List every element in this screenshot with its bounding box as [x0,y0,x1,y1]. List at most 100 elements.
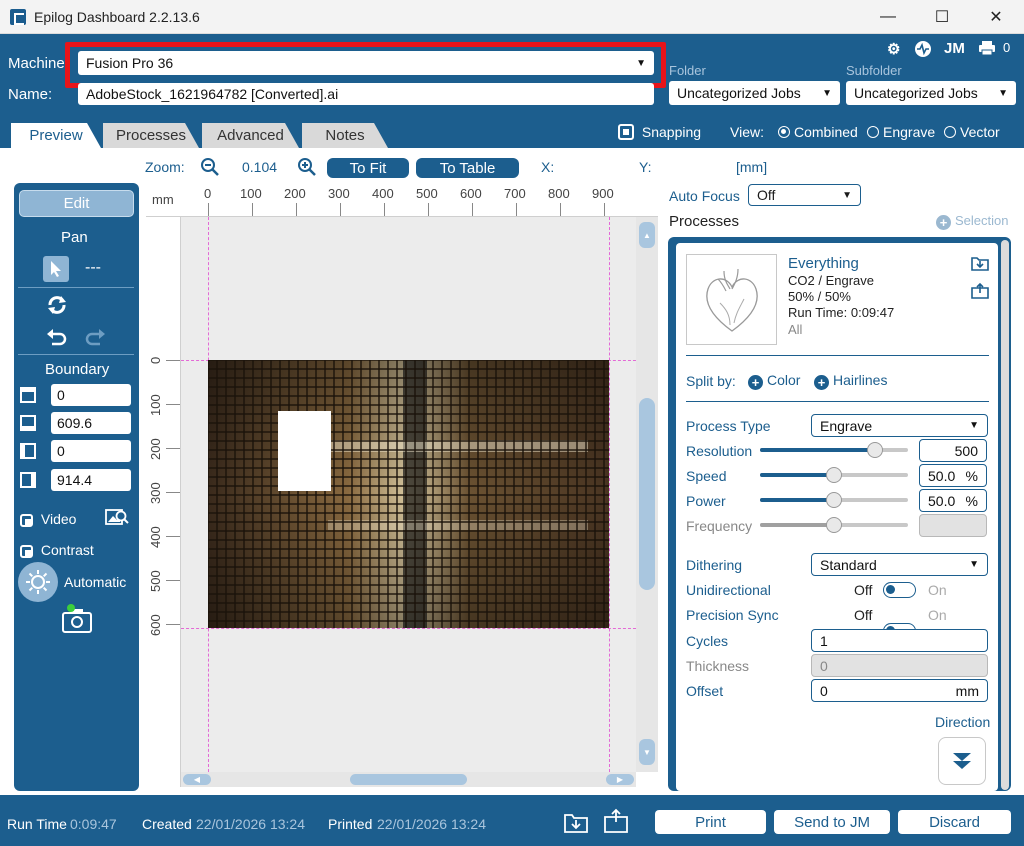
process-type-value: Engrave [820,417,873,434]
import-settings-icon[interactable] [970,254,990,275]
boundary-left-input[interactable]: 0 [51,440,131,462]
split-by-color-button[interactable]: + Color [748,372,800,390]
x-tick-mark [252,203,253,216]
heartbeat-icon[interactable] [914,40,932,62]
subfolder-select[interactable]: Uncategorized Jobs ▼ [846,81,1016,105]
radio-icon [944,126,956,138]
folder-label: Folder [669,63,706,78]
unidirectional-off-label: Off [854,582,873,598]
select-pointer-button[interactable] [43,256,69,282]
resolution-input[interactable]: 500 [919,439,987,462]
processes-scrollbar[interactable] [1001,240,1009,790]
refresh-icon[interactable] [46,294,68,319]
job-name-input[interactable]: AdobeStock_1621964782 [Converted].ai [78,83,654,105]
printer-icon[interactable] [978,40,996,60]
y-tick-label: 500 [148,570,163,592]
folder-select[interactable]: Uncategorized Jobs ▼ [669,81,840,105]
split-by-hairlines-button[interactable]: + Hairlines [814,372,887,390]
edit-button[interactable]: Edit [19,190,134,217]
radio-selected-icon [778,126,790,138]
resolution-slider[interactable] [760,442,908,458]
redo-icon[interactable] [84,327,106,350]
percent-unit: % [965,492,978,509]
process-name: Everything [788,255,859,272]
subfolder-value: Uncategorized Jobs [854,85,978,101]
scroll-left-arrow-icon[interactable]: ◀ [183,774,211,785]
snapping-checkbox[interactable] [618,124,634,140]
table-guide-right [609,217,610,772]
view-combined-radio[interactable]: Combined [778,124,858,140]
snapping-toggle[interactable]: Snapping [618,124,701,140]
speed-input[interactable]: 50.0 % [919,464,987,487]
maximize-button[interactable]: ☐ [918,0,966,34]
slider-knob[interactable] [826,492,842,508]
boundary-bottom-input[interactable]: 609.6 [51,412,131,434]
camera-icon[interactable] [61,604,93,637]
scroll-down-arrow-icon[interactable]: ▼ [639,739,655,765]
auto-focus-value: Off [757,187,776,203]
slider-knob[interactable] [826,467,842,483]
offset-input[interactable]: 0 mm [811,679,988,702]
process-type-summary: CO2 / Engrave [788,273,874,288]
contrast-checkbox[interactable] [20,545,33,558]
x-tick-label: 400 [372,186,394,201]
image-search-icon[interactable] [105,507,129,532]
contrast-toggle[interactable]: Contrast [20,542,94,558]
scroll-right-arrow-icon[interactable]: ▶ [606,774,634,785]
y-tick-mark [166,536,180,537]
export-settings-icon[interactable] [970,282,990,303]
job-artwork-image[interactable] [208,360,609,628]
view-engrave-radio[interactable]: Engrave [867,124,935,140]
scroll-up-arrow-icon[interactable]: ▲ [639,222,655,248]
process-type-select[interactable]: Engrave ▼ [811,414,988,437]
tab-notes[interactable]: Notes [302,123,388,148]
export-job-icon[interactable] [603,808,629,837]
tab-advanced[interactable]: Advanced [202,123,299,148]
slider-knob[interactable] [867,442,883,458]
discard-button[interactable]: Discard [898,810,1011,834]
machine-highlight-box [65,42,666,88]
speed-slider[interactable] [760,467,908,483]
video-label: Video [40,511,77,527]
undo-icon[interactable] [46,327,68,350]
print-button[interactable]: Print [655,810,766,834]
video-toggle[interactable]: Video [20,511,76,527]
tab-processes[interactable]: Processes [103,123,199,148]
view-combined-label: Combined [794,124,858,140]
view-vector-radio[interactable]: Vector [944,124,1000,140]
add-selection-button[interactable]: + Selection [936,213,1008,230]
close-button[interactable]: ✕ [972,0,1020,34]
cycles-input[interactable]: 1 [811,629,988,652]
job-manager-button[interactable]: JM [944,40,965,57]
vertical-scroll-thumb[interactable] [639,398,655,590]
direction-button[interactable] [938,737,986,785]
dithering-select[interactable]: Standard ▼ [811,553,988,576]
boundary-top-input[interactable]: 0 [51,384,131,406]
separator [686,355,989,356]
horizontal-scroll-thumb[interactable] [350,774,467,785]
power-input[interactable]: 50.0 % [919,489,987,512]
cycles-label: Cycles [686,633,729,649]
units-label: [mm] [736,159,768,175]
zoom-in-icon[interactable] [297,157,317,180]
settings-gear-icon[interactable]: ⚙ [887,40,900,58]
boundary-right-input[interactable]: 914.4 [51,469,131,491]
split-hairlines-label: Hairlines [833,372,888,388]
auto-focus-select[interactable]: Off ▼ [748,184,861,206]
send-to-jm-button[interactable]: Send to JM [774,810,890,834]
app-logo-icon [10,9,26,25]
to-table-button[interactable]: To Table [416,158,519,178]
dropdown-arrow-icon: ▼ [969,559,979,570]
selection-label: Selection [955,213,1009,228]
video-checkbox[interactable] [20,514,33,527]
minimize-button[interactable]: — [864,0,912,34]
zoom-out-icon[interactable] [200,157,220,180]
power-slider[interactable] [760,492,908,508]
x-tick-mark [428,203,429,216]
import-job-icon[interactable] [563,810,589,837]
brightness-sun-icon[interactable] [18,562,58,602]
tab-preview[interactable]: Preview [11,123,101,148]
dropdown-arrow-icon: ▼ [969,420,979,431]
unidirectional-toggle[interactable] [883,582,916,598]
to-fit-button[interactable]: To Fit [327,158,409,178]
